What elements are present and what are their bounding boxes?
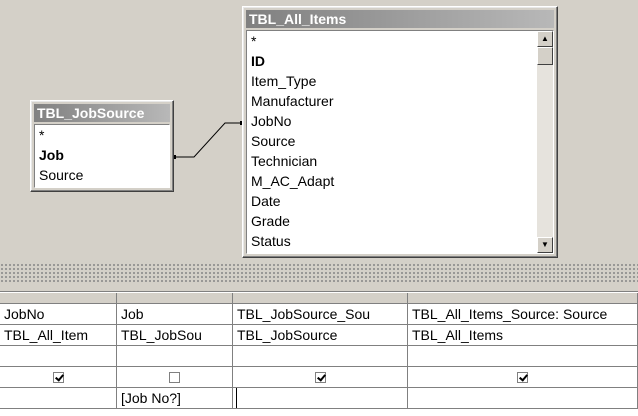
sort-cell[interactable] bbox=[408, 346, 638, 367]
query-design-area: TBL_JobSource * Job Source TBL_All_Items *… bbox=[0, 0, 638, 262]
table-cell[interactable]: TBL_JobSource bbox=[233, 325, 408, 346]
field-item[interactable]: ID bbox=[247, 51, 537, 71]
grid-row-table: TBL_All_Item TBL_JobSou TBL_JobSource TB… bbox=[0, 325, 638, 346]
table-cell[interactable]: TBL_All_Item bbox=[0, 325, 117, 346]
field-cell[interactable]: TBL_JobSource_Sou bbox=[233, 304, 408, 325]
grid-row-show bbox=[0, 367, 638, 388]
sort-cell[interactable] bbox=[0, 346, 117, 367]
field-list: * ID Item_Type Manufacturer JobNo Source Techn… bbox=[246, 30, 554, 254]
show-cell bbox=[408, 367, 638, 388]
sort-cell[interactable] bbox=[233, 346, 408, 367]
vertical-scrollbar[interactable]: ▲ ▼ bbox=[537, 31, 553, 253]
field-cell[interactable]: JobNo bbox=[0, 304, 117, 325]
field-item[interactable]: Manufacturer bbox=[247, 91, 537, 111]
field-item[interactable]: Grade bbox=[247, 211, 537, 231]
field-cell[interactable]: TBL_All_Items_Source: Source bbox=[408, 304, 638, 325]
criteria-cell[interactable] bbox=[408, 388, 638, 409]
field-item[interactable]: Job bbox=[35, 145, 169, 165]
table-window-all-items[interactable]: TBL_All_Items * ID Item_Type Manufacturer Jo… bbox=[242, 6, 558, 258]
text-cursor bbox=[236, 388, 237, 408]
query-design-grid: JobNo Job TBL_JobSource_Sou TBL_All_Item… bbox=[0, 284, 638, 416]
scroll-up-icon[interactable]: ▲ bbox=[537, 31, 553, 47]
table-title[interactable]: TBL_JobSource bbox=[34, 104, 170, 122]
field-item[interactable]: * bbox=[247, 31, 537, 51]
field-item[interactable]: Date bbox=[247, 191, 537, 211]
grid-row-sort bbox=[0, 346, 638, 367]
field-item[interactable]: JobNo bbox=[247, 111, 537, 131]
table-window-jobsource[interactable]: TBL_JobSource * Job Source bbox=[30, 100, 174, 192]
show-cell bbox=[0, 367, 117, 388]
sort-cell[interactable] bbox=[117, 346, 233, 367]
scroll-down-icon[interactable]: ▼ bbox=[537, 237, 553, 253]
field-list: * Job Source bbox=[34, 124, 170, 188]
show-cell bbox=[233, 367, 408, 388]
field-item[interactable]: M_AC_Adapt bbox=[247, 171, 537, 191]
show-checkbox[interactable] bbox=[169, 371, 180, 383]
field-item[interactable]: Source bbox=[247, 131, 537, 151]
criteria-cell[interactable] bbox=[233, 388, 408, 409]
pane-splitter[interactable] bbox=[0, 262, 638, 284]
column-selector[interactable] bbox=[233, 293, 408, 304]
field-item[interactable]: Status bbox=[247, 231, 537, 251]
table-title[interactable]: TBL_All_Items bbox=[246, 10, 554, 28]
criteria-cell[interactable]: [Job No?] bbox=[117, 388, 233, 409]
show-checkbox[interactable] bbox=[314, 371, 326, 383]
field-item[interactable]: Item_Type bbox=[247, 71, 537, 91]
table-cell[interactable]: TBL_JobSou bbox=[117, 325, 233, 346]
grid-row-field: JobNo Job TBL_JobSource_Sou TBL_All_Item… bbox=[0, 304, 638, 325]
grid-row-criteria: [Job No?] bbox=[0, 388, 638, 409]
grid-header-strip bbox=[0, 284, 638, 292]
show-cell bbox=[117, 367, 233, 388]
field-item[interactable]: Source bbox=[35, 165, 169, 185]
column-selector[interactable] bbox=[117, 293, 233, 304]
field-item[interactable]: Technician bbox=[247, 151, 537, 171]
field-cell[interactable]: Job bbox=[117, 304, 233, 325]
show-checkbox[interactable] bbox=[52, 371, 64, 383]
criteria-cell[interactable] bbox=[0, 388, 117, 409]
scroll-thumb[interactable] bbox=[537, 47, 553, 65]
field-item[interactable]: * bbox=[35, 125, 169, 145]
show-checkbox[interactable] bbox=[517, 371, 528, 383]
column-selector[interactable] bbox=[0, 293, 117, 304]
column-selector[interactable] bbox=[408, 293, 638, 304]
table-cell[interactable]: TBL_All_Items bbox=[408, 325, 638, 346]
